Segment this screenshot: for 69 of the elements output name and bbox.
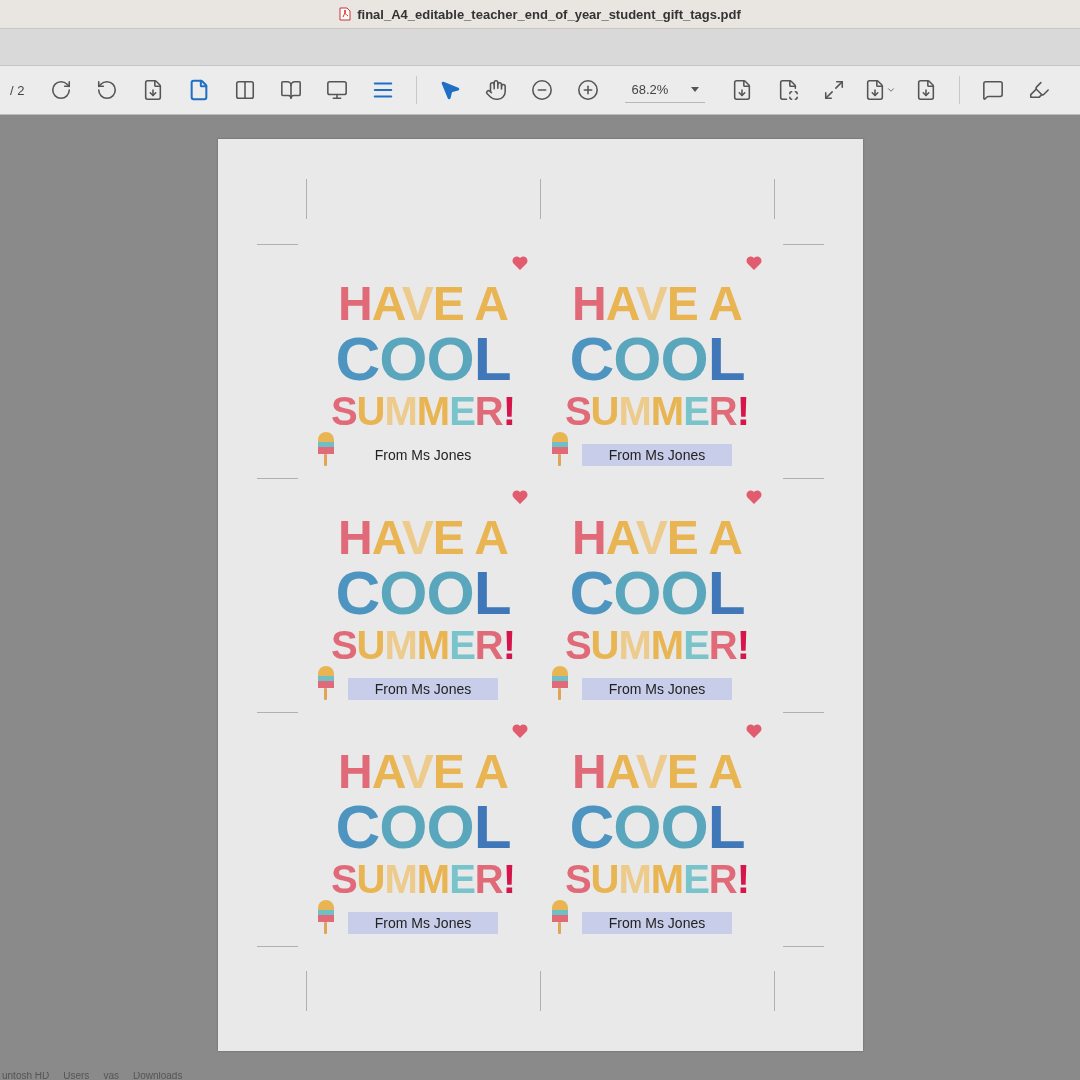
heart-icon bbox=[512, 490, 528, 504]
headline-text: SUMMER! bbox=[564, 857, 750, 901]
crop-mark bbox=[773, 179, 775, 219]
monitor-icon[interactable] bbox=[326, 79, 349, 101]
crop-mark bbox=[305, 971, 307, 1011]
name-field[interactable]: From Ms Jones bbox=[348, 678, 498, 700]
crop-mark bbox=[256, 946, 298, 947]
highlighter-icon[interactable] bbox=[1028, 79, 1051, 101]
crop-mark bbox=[782, 712, 824, 713]
rotate-clockwise-icon[interactable] bbox=[50, 79, 73, 101]
window-title: final_A4_editable_teacher_end_of_year_student_gift_tags.pdf bbox=[357, 6, 741, 22]
pdf-file-icon bbox=[339, 7, 352, 21]
crop-mark bbox=[782, 946, 824, 947]
name-field[interactable]: From Ms Jones bbox=[582, 444, 732, 466]
crop-mark bbox=[773, 971, 775, 1011]
crop-mark bbox=[539, 179, 541, 219]
headline-text: SUMMER! bbox=[564, 623, 750, 667]
rotate-counterclockwise-icon[interactable] bbox=[96, 79, 119, 101]
headline-text: COOL bbox=[335, 563, 511, 623]
headline-text: COOL bbox=[569, 329, 745, 389]
zoom-dropdown[interactable]: 68.2% bbox=[625, 77, 706, 103]
headline-text: COOL bbox=[335, 797, 511, 857]
book-icon[interactable] bbox=[280, 79, 303, 101]
pointer-icon[interactable] bbox=[439, 79, 462, 101]
popsicle-icon bbox=[316, 900, 336, 934]
zoom-in-icon[interactable] bbox=[577, 79, 600, 101]
name-field[interactable]: From Ms Jones bbox=[582, 678, 732, 700]
heart-icon bbox=[746, 256, 762, 270]
heart-icon bbox=[746, 490, 762, 504]
popsicle-icon bbox=[316, 432, 336, 466]
crop-mark bbox=[256, 712, 298, 713]
hand-icon[interactable] bbox=[485, 79, 508, 101]
headline-text: HAVE A bbox=[571, 513, 742, 563]
headline-text: SUMMER! bbox=[564, 389, 750, 433]
name-field[interactable]: From Ms Jones bbox=[348, 912, 498, 934]
popsicle-icon bbox=[550, 900, 570, 934]
heart-icon bbox=[746, 724, 762, 738]
headline-text: SUMMER! bbox=[330, 623, 516, 667]
crop-mark bbox=[782, 244, 824, 245]
page-count: / 2 bbox=[10, 82, 25, 98]
headline-text: HAVE A bbox=[571, 279, 742, 329]
headline-text: HAVE A bbox=[337, 513, 508, 563]
headline-text: SUMMER! bbox=[330, 857, 516, 901]
popsicle-icon bbox=[550, 432, 570, 466]
popsicle-icon bbox=[550, 666, 570, 700]
headline-text: COOL bbox=[569, 797, 745, 857]
crop-mark bbox=[256, 478, 298, 479]
name-field[interactable]: From Ms Jones bbox=[582, 912, 732, 934]
name-field[interactable]: From Ms Jones bbox=[348, 444, 498, 466]
caret-icon[interactable] bbox=[691, 87, 700, 92]
heart-icon bbox=[512, 724, 528, 738]
comment-icon[interactable] bbox=[982, 79, 1005, 101]
headline-text: COOL bbox=[569, 563, 745, 623]
heart-icon bbox=[512, 256, 528, 270]
page-icon[interactable] bbox=[777, 79, 800, 101]
expand-icon[interactable] bbox=[823, 79, 846, 101]
crop-mark bbox=[539, 971, 541, 1011]
two-column-icon[interactable] bbox=[234, 79, 257, 101]
crop-mark bbox=[305, 179, 307, 219]
popsicle-icon bbox=[316, 666, 336, 700]
caret-icon[interactable] bbox=[886, 85, 897, 95]
headline-text: HAVE A bbox=[337, 747, 508, 797]
crop-mark bbox=[256, 244, 298, 245]
headline-text: HAVE A bbox=[337, 279, 508, 329]
headline-text: SUMMER! bbox=[330, 389, 516, 433]
crop-mark bbox=[782, 478, 824, 479]
headline-text: COOL bbox=[335, 329, 511, 389]
zoom-out-icon[interactable] bbox=[531, 79, 554, 101]
headline-text: HAVE A bbox=[571, 747, 742, 797]
